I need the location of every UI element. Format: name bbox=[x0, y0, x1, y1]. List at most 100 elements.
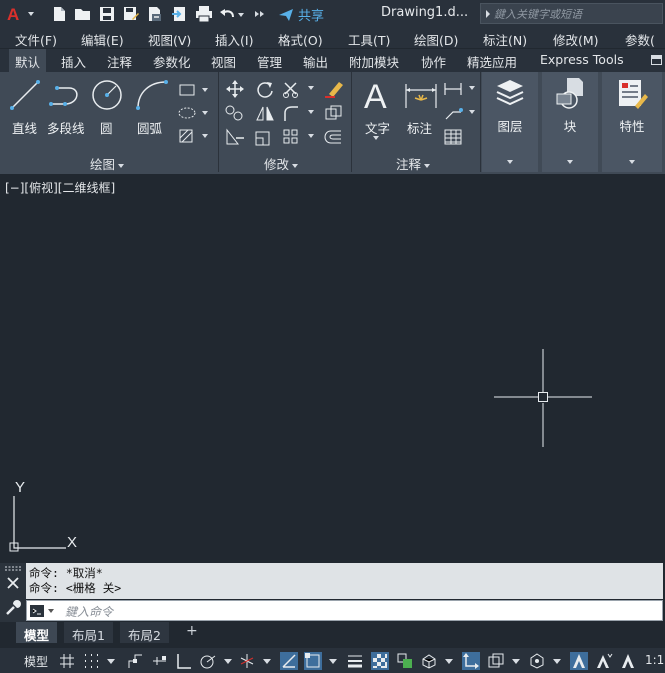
annotation-scale-icon[interactable] bbox=[619, 652, 637, 670]
trim-icon[interactable] bbox=[282, 80, 316, 98]
copy-icon[interactable] bbox=[224, 104, 246, 122]
hatch-icon[interactable] bbox=[176, 128, 210, 144]
text-icon[interactable]: A bbox=[362, 78, 392, 114]
tab-default[interactable]: 默认 bbox=[9, 49, 47, 72]
open-folder-icon[interactable] bbox=[74, 5, 92, 23]
save-to-web-icon[interactable] bbox=[170, 5, 188, 23]
tab-collaborate[interactable]: 协作 bbox=[421, 52, 446, 71]
rectangle-icon[interactable] bbox=[176, 82, 210, 98]
auto-scale-icon[interactable] bbox=[595, 652, 613, 670]
menu-view[interactable]: 视图(V) bbox=[148, 30, 191, 49]
gizmo-icon[interactable] bbox=[528, 652, 546, 670]
menu-insert[interactable]: 插入(I) bbox=[215, 30, 253, 49]
model-space-button[interactable]: 模型 bbox=[24, 653, 48, 670]
chevron-down-icon[interactable] bbox=[221, 652, 235, 670]
command-input[interactable]: 鍵入命令 bbox=[26, 600, 663, 621]
tab-output[interactable]: 输出 bbox=[303, 52, 328, 71]
dimension-label[interactable]: 标注 bbox=[407, 118, 432, 137]
menu-parametric[interactable]: 参数( bbox=[625, 30, 655, 49]
tab-insert[interactable]: 插入 bbox=[61, 52, 86, 71]
chevron-down-icon[interactable] bbox=[326, 652, 340, 670]
share-button[interactable]: 共享 bbox=[278, 5, 324, 24]
search-box[interactable]: 鍵入关键字或短语 bbox=[480, 3, 663, 24]
tab-manage[interactable]: 管理 bbox=[257, 52, 282, 71]
fillet-icon[interactable] bbox=[282, 104, 316, 122]
move-icon[interactable] bbox=[224, 80, 246, 98]
snap-mode-icon[interactable] bbox=[82, 652, 100, 670]
line-icon[interactable] bbox=[8, 78, 42, 112]
undo-icon[interactable] bbox=[219, 5, 245, 23]
explode-icon[interactable] bbox=[323, 104, 345, 122]
add-layout-button[interactable]: + bbox=[186, 623, 198, 639]
modify-panel-label[interactable]: 修改 bbox=[264, 154, 299, 173]
tab-view[interactable]: 视图 bbox=[211, 52, 236, 71]
command-line-handle[interactable] bbox=[0, 563, 26, 623]
table-icon[interactable] bbox=[443, 128, 463, 146]
menu-draw[interactable]: 绘图(D) bbox=[414, 30, 458, 49]
object-snap-tracking-icon[interactable] bbox=[280, 652, 298, 670]
lineweight-icon[interactable] bbox=[346, 652, 364, 670]
erase-icon[interactable] bbox=[323, 80, 345, 98]
dimension-icon[interactable] bbox=[402, 80, 440, 112]
save-as-icon[interactable] bbox=[122, 5, 140, 23]
chevron-down-icon[interactable] bbox=[550, 652, 564, 670]
circle-label[interactable]: 圆 bbox=[100, 118, 113, 137]
offset-icon[interactable] bbox=[323, 128, 345, 146]
arc-icon[interactable] bbox=[134, 78, 170, 112]
tab-model[interactable]: 模型 bbox=[16, 622, 58, 643]
polar-tracking-icon[interactable] bbox=[199, 652, 217, 670]
line-label[interactable]: 直线 bbox=[12, 118, 37, 137]
chevron-down-icon[interactable] bbox=[442, 652, 456, 670]
ribbon-minimize-icon[interactable] bbox=[651, 55, 662, 65]
transparency-icon[interactable] bbox=[371, 652, 389, 670]
tab-layout2[interactable]: 布局2 bbox=[120, 622, 169, 643]
isodraft-icon[interactable] bbox=[238, 652, 256, 670]
selection-cycling-icon[interactable] bbox=[396, 652, 414, 670]
tab-addins[interactable]: 附加模块 bbox=[349, 52, 399, 71]
layers-button[interactable]: 图层 bbox=[482, 72, 538, 172]
save-icon[interactable] bbox=[98, 5, 116, 23]
ellipse-icon[interactable] bbox=[176, 105, 210, 121]
tab-layout1[interactable]: 布局1 bbox=[64, 622, 113, 643]
search-input[interactable]: 鍵入关键字或短语 bbox=[494, 6, 582, 22]
command-prompt-icon[interactable] bbox=[29, 604, 57, 618]
3d-object-snap-icon[interactable] bbox=[420, 652, 438, 670]
dynamic-input-icon[interactable] bbox=[150, 652, 168, 670]
close-icon[interactable] bbox=[6, 576, 20, 590]
block-button[interactable]: 块 bbox=[542, 72, 598, 172]
tab-featured-apps[interactable]: 精选应用 bbox=[467, 52, 517, 71]
print-icon[interactable] bbox=[195, 5, 213, 23]
wrench-icon[interactable] bbox=[5, 600, 21, 616]
chevron-down-icon[interactable] bbox=[104, 652, 118, 670]
array-icon[interactable] bbox=[282, 128, 316, 146]
ortho-mode-icon[interactable] bbox=[175, 652, 193, 670]
polyline-icon[interactable] bbox=[47, 78, 87, 112]
annotation-panel-label[interactable]: 注释 bbox=[396, 154, 431, 173]
menu-modify[interactable]: 修改(M) bbox=[553, 30, 599, 49]
menu-tools[interactable]: 工具(T) bbox=[348, 30, 390, 49]
object-snap-icon[interactable] bbox=[304, 652, 322, 670]
annotation-scale-value[interactable]: 1:1 bbox=[645, 653, 664, 667]
properties-button[interactable]: 特性 bbox=[602, 72, 662, 172]
circle-icon[interactable] bbox=[90, 78, 124, 112]
tab-annotate[interactable]: 注释 bbox=[107, 52, 132, 71]
chevron-down-icon[interactable] bbox=[372, 135, 380, 141]
menu-edit[interactable]: 编辑(E) bbox=[81, 30, 124, 49]
chevron-down-icon[interactable] bbox=[260, 652, 274, 670]
selection-filter-icon[interactable] bbox=[487, 652, 505, 670]
scale-icon[interactable] bbox=[254, 128, 276, 146]
menu-dimension[interactable]: 标注(N) bbox=[483, 30, 527, 49]
chevron-down-icon[interactable] bbox=[509, 652, 523, 670]
mirror-icon[interactable] bbox=[254, 104, 276, 122]
viewport-controls[interactable]: [−][俯视][二维线框] bbox=[5, 179, 115, 196]
menu-format[interactable]: 格式(O) bbox=[278, 30, 323, 49]
rotate-icon[interactable] bbox=[254, 80, 276, 98]
tab-express-tools[interactable]: Express Tools bbox=[540, 52, 624, 67]
arc-label[interactable]: 圆弧 bbox=[137, 118, 162, 137]
dynamic-ucs-icon[interactable] bbox=[462, 652, 480, 670]
open-web-icon[interactable] bbox=[146, 5, 164, 23]
grip-icon[interactable] bbox=[4, 566, 22, 572]
stretch-icon[interactable] bbox=[224, 128, 246, 146]
leader-icon[interactable] bbox=[443, 104, 477, 122]
tab-parametric[interactable]: 参数化 bbox=[153, 52, 191, 71]
